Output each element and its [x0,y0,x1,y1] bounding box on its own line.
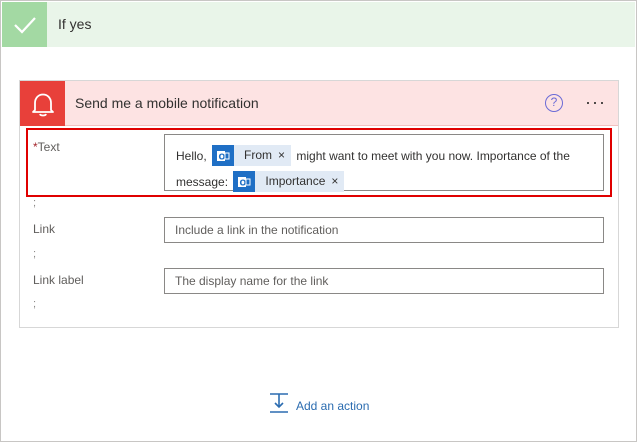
token-label: From [244,148,273,163]
add-action-label: Add an action [296,398,370,413]
text-segment: Hello, [176,149,207,163]
text-field-separator: ; [33,197,37,209]
action-card-header[interactable]: Send me a mobile notification ? ··· [20,81,618,126]
svg-text:O: O [219,152,226,161]
remove-token-icon[interactable]: × [278,145,291,166]
branch-title: If yes [58,16,92,32]
text-input[interactable]: Hello, O From × might want to meet with … [164,134,604,193]
action-title: Send me a mobile notification [75,95,259,111]
if-yes-branch-header[interactable]: If yes [2,2,635,47]
outlook-icon: O [212,145,235,167]
link-input[interactable] [164,217,604,243]
flow-designer-canvas: If yes Send me a mobile notification ? ·… [0,0,637,442]
outlook-icon: O [233,171,256,193]
add-an-action-button[interactable]: Add an action [268,392,369,419]
add-step-icon [268,392,290,419]
bell-icon [20,81,65,126]
link-label: Link [33,222,56,236]
svg-text:O: O [240,178,247,187]
link-field-separator: ; [33,248,37,260]
remove-token-icon[interactable]: × [331,171,344,192]
link-label-label: Link label [33,273,84,287]
link-label-field-separator: ; [33,298,37,310]
checkmark-icon [2,2,47,47]
help-icon[interactable]: ? [545,94,563,112]
link-label-input[interactable] [164,268,604,294]
more-options-icon[interactable]: ··· [585,92,606,113]
dynamic-token-from[interactable]: O From × [212,145,292,167]
token-label: Importance [265,174,326,189]
dynamic-token-importance[interactable]: O Importance × [233,171,345,193]
